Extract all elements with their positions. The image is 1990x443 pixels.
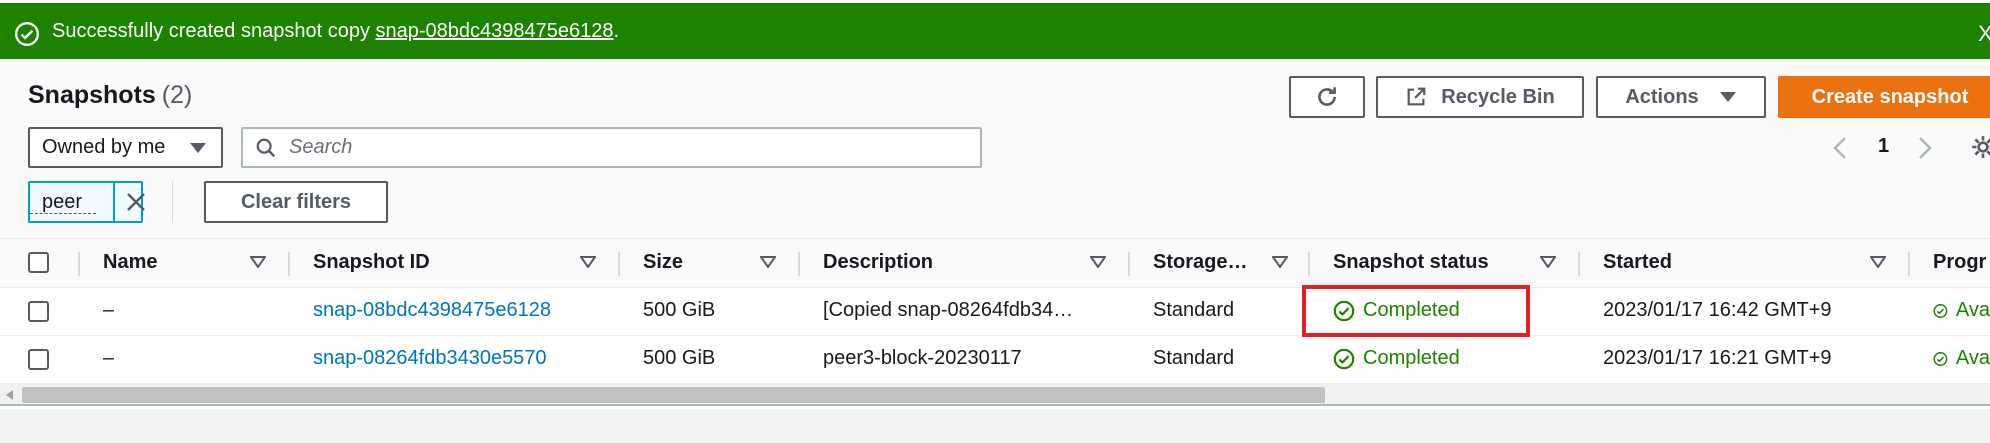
actions-label: Actions [1625, 85, 1699, 108]
column-header-name[interactable]: Name [103, 251, 157, 274]
column-divider [288, 252, 290, 276]
caret-down-icon [1719, 92, 1736, 102]
cell-snapshot-id-link[interactable]: snap-08264fdb3430e5570 [313, 347, 547, 370]
column-divider [1578, 252, 1580, 276]
row-checkbox[interactable] [28, 349, 49, 370]
column-divider [618, 252, 620, 276]
column-divider [1308, 252, 1310, 276]
column-header-progress[interactable]: Progr [1933, 251, 1990, 274]
success-check-circle-icon [1333, 348, 1355, 369]
column-divider [798, 252, 800, 276]
chevron-left-icon[interactable] [1833, 136, 1847, 160]
horizontal-scrollbar[interactable] [0, 384, 1990, 406]
sort-icon[interactable] [1272, 256, 1288, 268]
flash-dismiss-button[interactable]: X [1978, 21, 1990, 47]
chevron-right-icon[interactable] [1918, 136, 1932, 160]
scroll-left-arrow-icon[interactable] [6, 390, 14, 400]
cell-name: – [103, 299, 115, 321]
search-input[interactable] [289, 136, 949, 159]
sort-icon[interactable] [760, 256, 776, 268]
cell-size: 500 GiB [643, 347, 716, 369]
column-divider [78, 252, 80, 276]
filter-token: peer [28, 181, 146, 223]
cell-started: 2023/01/17 16:21 GMT+9 [1603, 347, 1832, 369]
caret-down-icon [190, 143, 206, 153]
sort-icon[interactable] [250, 256, 266, 268]
external-link-icon [1407, 87, 1426, 106]
flash-message-suffix: . [613, 20, 620, 42]
status-highlight-annotation [1302, 285, 1530, 337]
recycle-bin-button[interactable]: Recycle Bin [1376, 76, 1584, 118]
column-divider [1128, 252, 1130, 276]
cell-progress: Ava [1933, 299, 1990, 322]
progress-text: Ava [1955, 347, 1990, 369]
clear-filters-label: Clear filters [240, 190, 352, 213]
clear-filters-button[interactable]: Clear filters [204, 181, 388, 223]
cell-started: 2023/01/17 16:42 GMT+9 [1603, 299, 1832, 321]
actions-dropdown-button[interactable]: Actions [1596, 76, 1766, 118]
refresh-icon [1318, 87, 1336, 106]
cell-size: 500 GiB [643, 299, 716, 321]
page-title: Snapshots (2) [28, 81, 192, 110]
row-checkbox[interactable] [28, 301, 49, 322]
flash-message: Successfully created snapshot copy snap-… [52, 20, 619, 43]
flash-snapshot-link[interactable]: snap-08bdc4398475e6128 [376, 20, 614, 42]
filter-token-label: peer [30, 191, 97, 214]
table-row[interactable]: – snap-08bdc4398475e6128 500 GiB [Copied… [0, 288, 1990, 336]
column-header-description[interactable]: Description [823, 251, 933, 274]
cell-storage-tier: Standard [1153, 347, 1235, 369]
search-box[interactable] [241, 127, 982, 168]
select-all-checkbox[interactable] [28, 252, 49, 273]
column-header-snapshot-status[interactable]: Snapshot status [1333, 251, 1489, 274]
cell-storage-tier: Standard [1153, 299, 1235, 321]
sort-icon[interactable] [1540, 256, 1556, 268]
cell-name: – [103, 347, 115, 369]
recycle-bin-label: Recycle Bin [1441, 85, 1555, 108]
success-check-circle-icon [1933, 351, 1948, 366]
success-flash-banner: Successfully created snapshot copy snap-… [0, 0, 1990, 59]
column-header-storage-tier[interactable]: Storage… [1153, 251, 1247, 274]
scrollbar-thumb[interactable] [22, 387, 1325, 403]
current-page[interactable]: 1 [1878, 135, 1889, 158]
create-snapshot-button[interactable]: Create snapshot [1778, 76, 1990, 118]
success-check-circle-icon [1933, 303, 1948, 318]
table-row[interactable]: – snap-08264fdb3430e5570 500 GiB peer3-b… [0, 336, 1990, 384]
refresh-button[interactable] [1289, 76, 1365, 118]
column-header-snapshot-id[interactable]: Snapshot ID [313, 251, 430, 274]
success-check-circle-icon [14, 21, 40, 47]
table-header: Name Snapshot ID Size Description Storag… [0, 238, 1990, 288]
cell-description: [Copied snap-08264fdb34… [823, 299, 1074, 321]
filter-token-divider [113, 183, 115, 221]
cell-description: peer3-block-20230117 [823, 347, 1022, 369]
create-snapshot-label: Create snapshot [1811, 85, 1969, 108]
cell-snapshot-id-link[interactable]: snap-08bdc4398475e6128 [313, 299, 551, 322]
column-divider [1908, 252, 1910, 276]
gear-icon[interactable] [1970, 134, 1990, 160]
snapshot-count: (2) [161, 81, 193, 109]
sort-icon[interactable] [1870, 256, 1886, 268]
filter-separator [172, 181, 173, 223]
sort-icon[interactable] [1090, 256, 1106, 268]
cell-snapshot-status: Completed [1333, 347, 1460, 370]
status-text: Completed [1363, 347, 1460, 369]
owner-filter-select[interactable]: Owned by me [28, 127, 223, 168]
owner-filter-value: Owned by me [42, 136, 166, 158]
page-title-text: Snapshots [28, 81, 156, 109]
column-header-started[interactable]: Started [1603, 251, 1672, 274]
close-icon[interactable] [126, 192, 146, 212]
progress-text: Ava [1955, 299, 1990, 321]
column-header-size[interactable]: Size [643, 251, 683, 274]
sort-icon[interactable] [580, 256, 596, 268]
flash-message-text: Successfully created snapshot copy [52, 20, 376, 42]
search-icon [256, 138, 276, 157]
cell-progress: Ava [1933, 347, 1990, 370]
